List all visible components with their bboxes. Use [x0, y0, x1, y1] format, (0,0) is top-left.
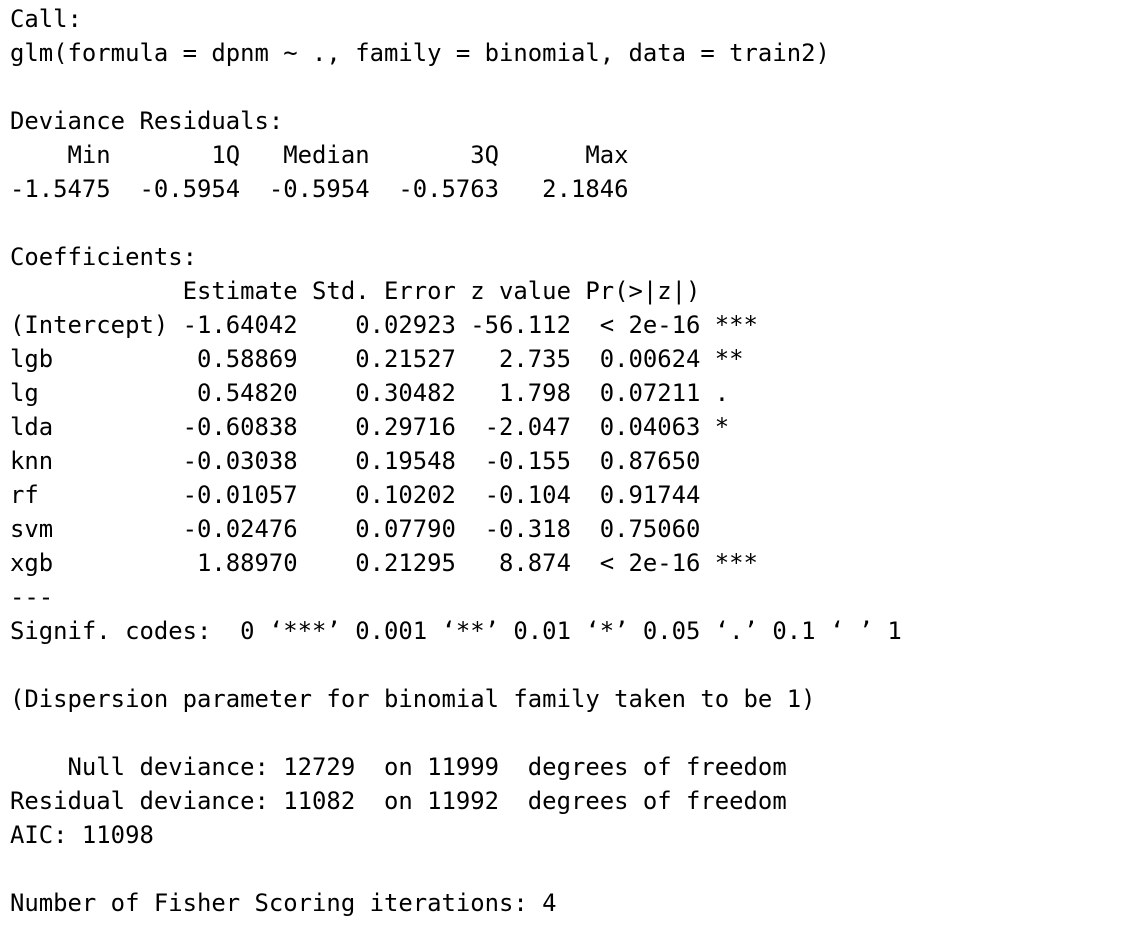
coefficients-heading: Coefficients:	[10, 243, 197, 271]
coef-row-knn: knn -0.03038 0.19548 -0.155 0.87650	[10, 447, 701, 475]
coef-row-lgb: lgb 0.58869 0.21527 2.735 0.00624 **	[10, 345, 744, 373]
residuals-values-row: -1.5475 -0.5954 -0.5954 -0.5763 2.1846	[10, 175, 629, 203]
r-console-output: Call: glm(formula = dpnm ~ ., family = b…	[0, 0, 1128, 926]
coef-row-svm: svm -0.02476 0.07790 -0.318 0.75060	[10, 515, 701, 543]
coef-row-xgb: xgb 1.88970 0.21295 8.874 < 2e-16 ***	[10, 549, 758, 577]
coef-row-rf: rf -0.01057 0.10202 -0.104 0.91744	[10, 481, 701, 509]
coefficients-header-row: Estimate Std. Error z value Pr(>|z|)	[10, 277, 701, 305]
deviance-residuals-heading: Deviance Residuals:	[10, 107, 284, 135]
call-heading: Call:	[10, 5, 82, 33]
fisher-iterations-line: Number of Fisher Scoring iterations: 4	[10, 889, 557, 917]
signif-codes-legend: Signif. codes: 0 ‘***’ 0.001 ‘**’ 0.01 ‘…	[10, 617, 902, 645]
call-formula: glm(formula = dpnm ~ ., family = binomia…	[10, 39, 830, 67]
coef-row-lda: lda -0.60838 0.29716 -2.047 0.04063 *	[10, 413, 730, 441]
coef-row-intercept: (Intercept) -1.64042 0.02923 -56.112 < 2…	[10, 311, 758, 339]
coef-row-lg: lg 0.54820 0.30482 1.798 0.07211 .	[10, 379, 730, 407]
residuals-header-row: Min 1Q Median 3Q Max	[10, 141, 629, 169]
dispersion-note: (Dispersion parameter for binomial famil…	[10, 685, 816, 713]
aic-line: AIC: 11098	[10, 821, 154, 849]
null-deviance-line: Null deviance: 12729 on 11999 degrees of…	[10, 753, 787, 781]
residual-deviance-line: Residual deviance: 11082 on 11992 degree…	[10, 787, 787, 815]
separator-line: ---	[10, 583, 54, 611]
